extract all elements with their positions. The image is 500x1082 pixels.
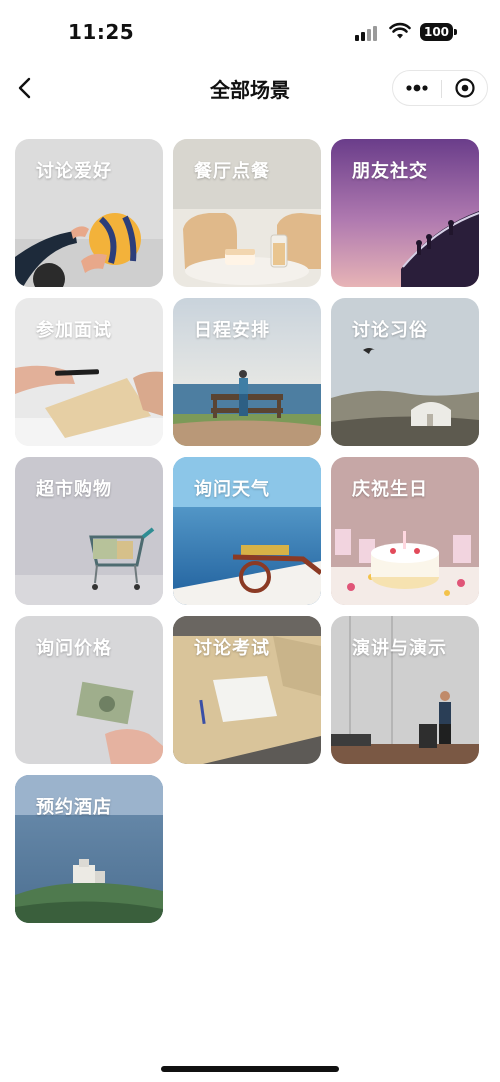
scene-label: 日程安排 [194, 320, 270, 341]
scene-card-schedule[interactable]: 日程安排 [173, 298, 321, 446]
close-mini-program-button[interactable] [442, 71, 488, 105]
mini-program-capsule [392, 70, 488, 106]
cellular-signal-icon [355, 25, 379, 41]
scene-label: 参加面试 [36, 320, 112, 341]
scene-label: 庆祝生日 [352, 479, 428, 500]
scenes-page: 11:25 100 全部场景 讨论爱好 餐厅点餐 朋友社交 参加面试 日程安排 … [0, 0, 500, 1082]
scene-label: 餐厅点餐 [194, 161, 270, 182]
scene-label: 询问价格 [36, 638, 112, 659]
home-indicator [161, 1066, 339, 1072]
scene-card-weather[interactable]: 询问天气 [173, 457, 321, 605]
scene-label: 询问天气 [194, 479, 270, 500]
more-dots-icon [406, 84, 428, 92]
scene-label: 讨论考试 [194, 638, 270, 659]
scene-card-hotel[interactable]: 预约酒店 [15, 775, 163, 923]
scene-label: 讨论爱好 [36, 161, 112, 182]
scene-card-supermarket[interactable]: 超市购物 [15, 457, 163, 605]
target-circle-icon [455, 78, 475, 98]
battery-indicator: 100 [420, 23, 457, 41]
scene-card-exam[interactable]: 讨论考试 [173, 616, 321, 764]
nav-bar: 全部场景 [0, 66, 500, 112]
more-button[interactable] [394, 71, 440, 105]
scene-card-price[interactable]: 询问价格 [15, 616, 163, 764]
status-bar: 11:25 100 [0, 0, 500, 66]
scene-label: 超市购物 [36, 479, 112, 500]
scene-label: 朋友社交 [352, 161, 428, 182]
scene-card-social[interactable]: 朋友社交 [331, 139, 479, 287]
scene-card-birthday[interactable]: 庆祝生日 [331, 457, 479, 605]
scene-label: 预约酒店 [36, 797, 112, 818]
scene-label: 演讲与演示 [352, 638, 447, 659]
scene-card-customs[interactable]: 讨论习俗 [331, 298, 479, 446]
status-time: 11:25 [68, 20, 135, 44]
scene-label: 讨论习俗 [352, 320, 428, 341]
scene-card-restaurant[interactable]: 餐厅点餐 [173, 139, 321, 287]
scene-card-hobbies[interactable]: 讨论爱好 [15, 139, 163, 287]
scene-card-interview[interactable]: 参加面试 [15, 298, 163, 446]
wifi-icon [389, 22, 411, 39]
scene-card-presentation[interactable]: 演讲与演示 [331, 616, 479, 764]
